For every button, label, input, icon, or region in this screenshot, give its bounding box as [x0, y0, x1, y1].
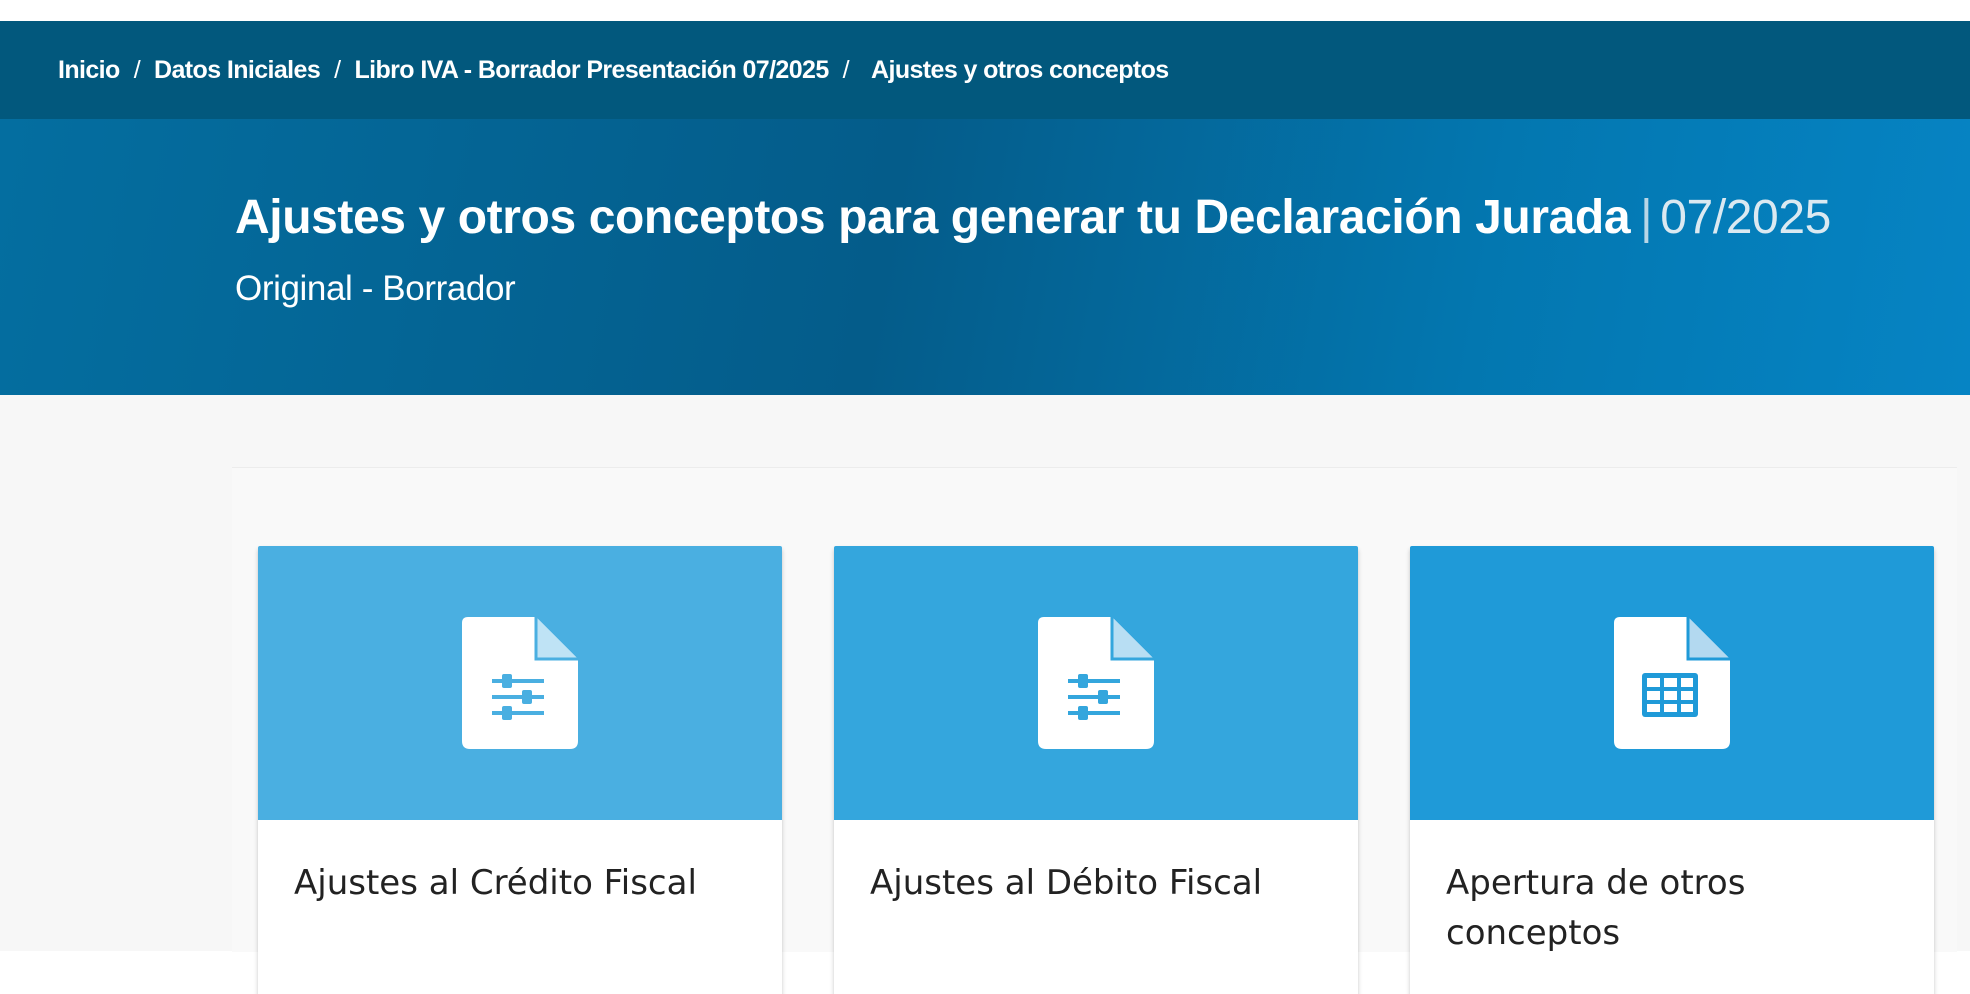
breadcrumb: Inicio / Datos Iniciales / Libro IVA - B…: [0, 21, 1970, 119]
card-banner: [258, 546, 782, 820]
document-sliders-icon: [462, 617, 578, 749]
period-label: 07/2025: [1660, 191, 1831, 244]
breadcrumb-separator: /: [842, 55, 850, 84]
page-title: Ajustes y otros conceptos para generar t…: [235, 190, 1831, 245]
card-banner: [834, 546, 1358, 820]
card-apertura-otros-conceptos[interactable]: Apertura de otros conceptos: [1410, 546, 1934, 994]
breadcrumb-separator: /: [133, 55, 141, 84]
page: Inicio / Datos Iniciales / Libro IVA - B…: [0, 0, 1970, 994]
card-banner: [1410, 546, 1934, 820]
page-title-text: Ajustes y otros conceptos para generar t…: [235, 191, 1631, 244]
title-divider: |: [1640, 191, 1653, 244]
card-ajustes-debito-fiscal[interactable]: Ajustes al Débito Fiscal: [834, 546, 1358, 994]
breadcrumb-item-inicio[interactable]: Inicio: [58, 56, 120, 85]
breadcrumb-separator: /: [334, 55, 341, 84]
page-subtitle: Original - Borrador: [235, 269, 516, 308]
breadcrumb-item-datos-iniciales[interactable]: Datos Iniciales: [154, 56, 321, 85]
document-table-icon: [1614, 617, 1730, 749]
page-header: Ajustes y otros conceptos para generar t…: [0, 119, 1970, 395]
card-label: Ajustes al Débito Fiscal: [870, 863, 1263, 903]
card-ajustes-credito-fiscal[interactable]: Ajustes al Crédito Fiscal: [258, 546, 782, 994]
cards-panel: Ajustes al Crédito Fiscal Ajustes al Déb…: [232, 467, 1957, 994]
breadcrumb-item-libro-iva[interactable]: Libro IVA - Borrador Presentación 07/202…: [354, 56, 829, 85]
main-content: Ajustes al Crédito Fiscal Ajustes al Déb…: [0, 395, 1970, 994]
breadcrumb-current: Ajustes y otros conceptos: [871, 55, 1169, 84]
card-label: Ajustes al Crédito Fiscal: [294, 863, 697, 903]
card-label: Apertura de otros conceptos: [1446, 863, 1746, 953]
document-sliders-icon: [1038, 617, 1154, 749]
